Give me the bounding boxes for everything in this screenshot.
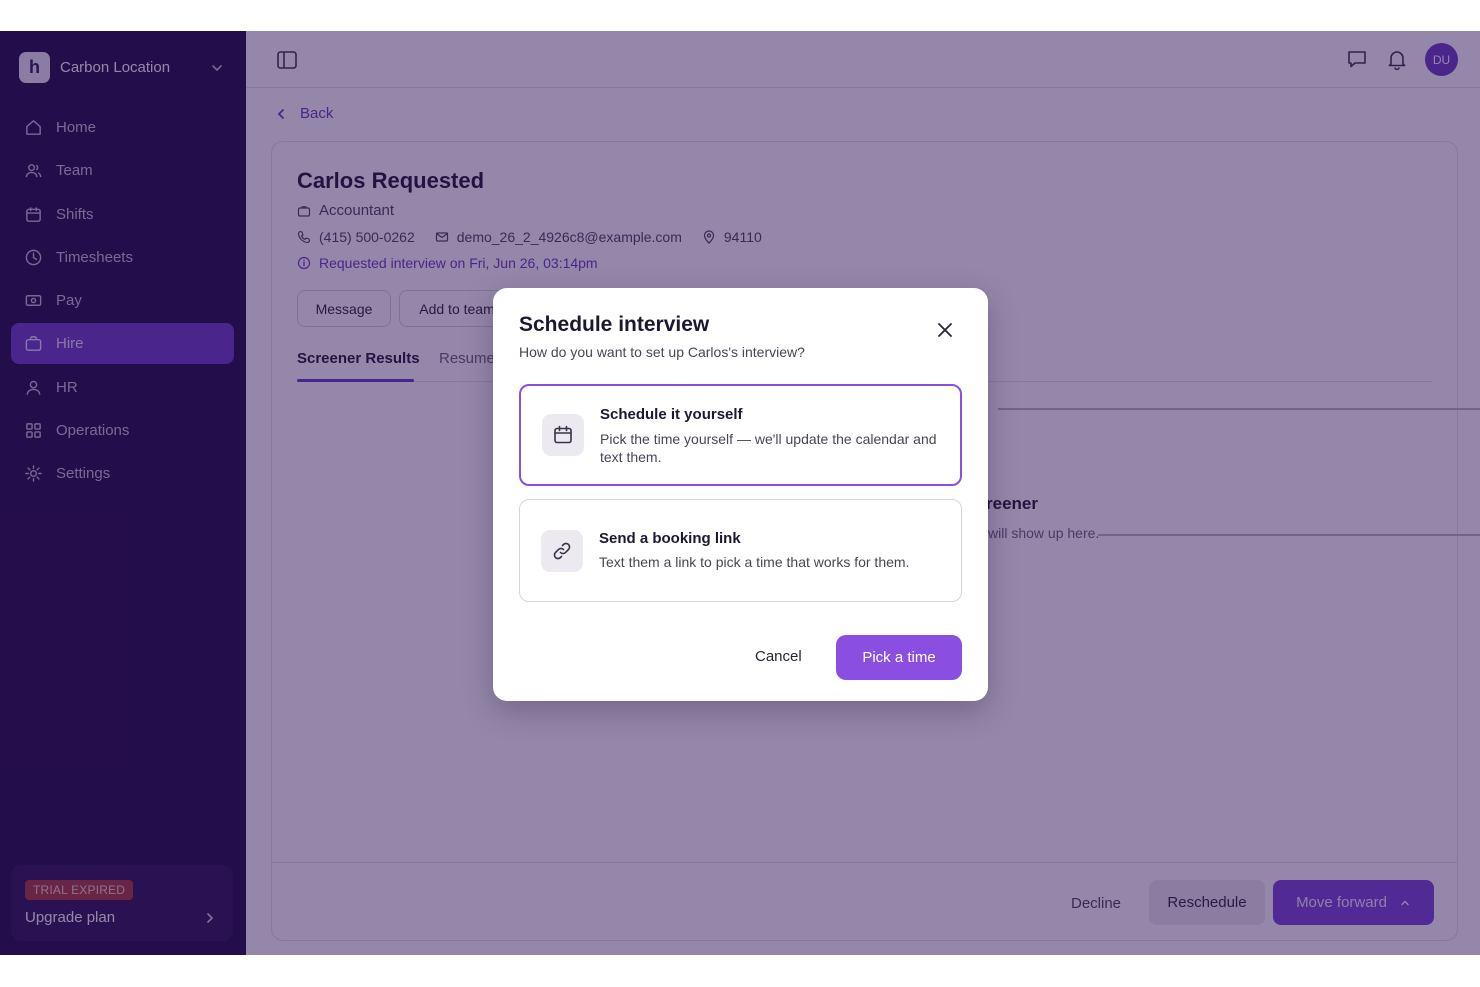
option-description: Pick the time yourself — we'll update th… [600,431,937,465]
close-icon[interactable] [935,320,955,340]
option-title: Send a booking link [599,530,741,547]
option-schedule-yourself[interactable]: Schedule it yourself Pick the time yours… [519,384,962,486]
schedule-interview-dialog: Schedule interview How do you want to se… [493,288,988,701]
app-window: h Carbon Location Home Team Shifts Times… [0,31,1480,955]
option-description: Text them a link to pick a time that wor… [599,554,910,570]
option-title: Schedule it yourself [600,406,743,423]
cancel-button[interactable]: Cancel [755,648,802,665]
pick-a-time-button[interactable]: Pick a time [836,635,962,680]
dialog-subtitle: How do you want to set up Carlos's inter… [519,344,805,360]
calendar-icon [554,425,572,444]
dialog-title: Schedule interview [519,313,710,336]
link-icon [553,542,571,560]
option-icon-box [542,414,584,456]
option-send-booking-link[interactable]: Send a booking link Text them a link to … [519,499,962,602]
option-icon-box [541,530,583,572]
